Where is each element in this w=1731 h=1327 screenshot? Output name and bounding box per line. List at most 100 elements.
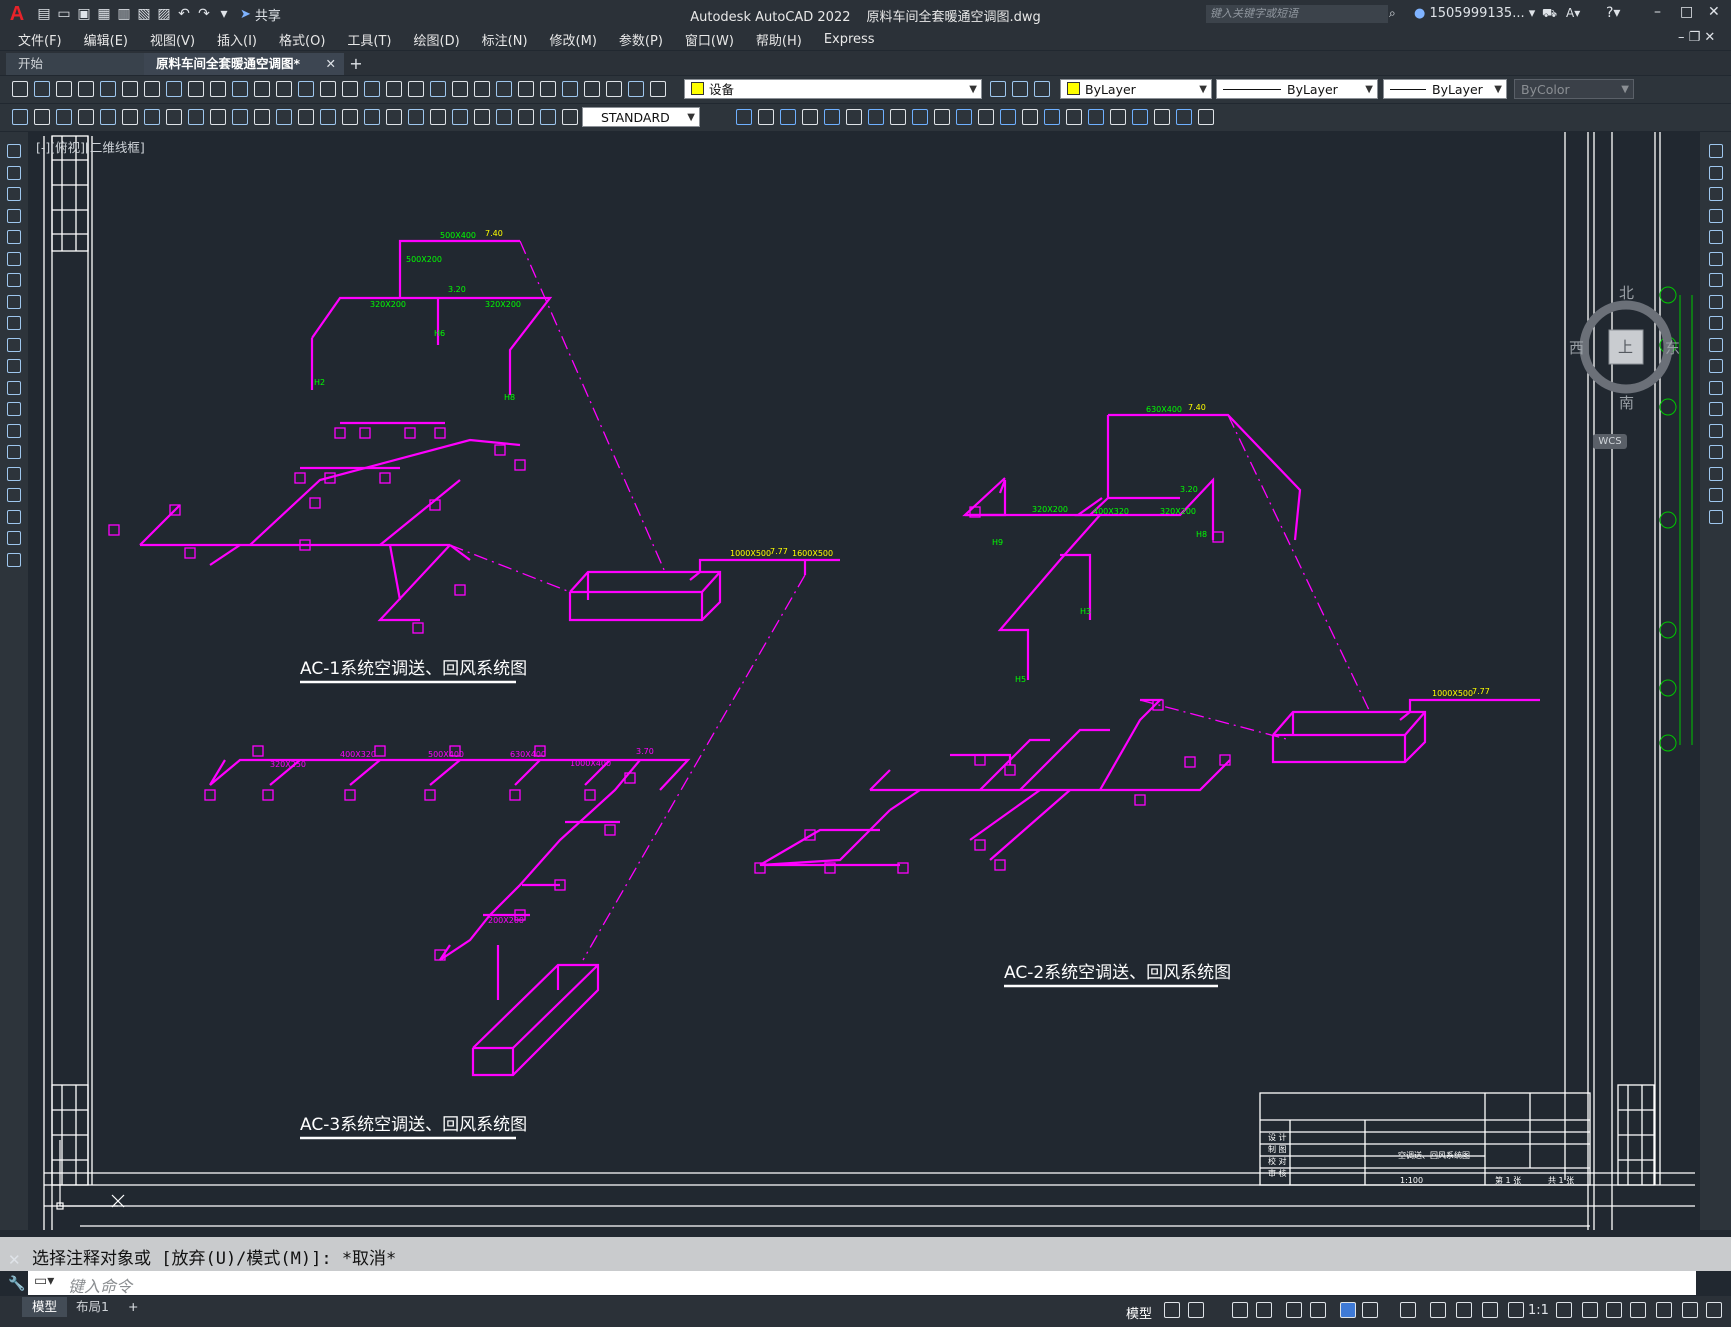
- spline-icon[interactable]: [7, 316, 21, 330]
- menu-tools[interactable]: 工具(T): [336, 30, 402, 49]
- osnap-icon[interactable]: [1340, 1302, 1356, 1318]
- open-icon[interactable]: [34, 81, 50, 97]
- cart-icon[interactable]: ⛟: [1542, 6, 1557, 22]
- isodraft-icon[interactable]: [1286, 1302, 1302, 1318]
- snap-icon[interactable]: [1188, 1302, 1204, 1318]
- menu-file[interactable]: 文件(F): [0, 30, 73, 49]
- diameter-dim-icon[interactable]: [166, 109, 182, 125]
- polyline-icon[interactable]: [7, 187, 21, 201]
- tolerance-icon[interactable]: [320, 109, 336, 125]
- add-layout-button[interactable]: +: [118, 1297, 148, 1317]
- insert-block-icon[interactable]: [7, 380, 21, 395]
- arc-dim-icon[interactable]: [78, 109, 94, 125]
- point-icon[interactable]: [7, 423, 21, 438]
- layer-match-icon[interactable]: [1012, 81, 1028, 97]
- attribute-icon[interactable]: [1132, 109, 1148, 125]
- menu-express[interactable]: Express: [813, 32, 886, 47]
- jogged-linear-icon[interactable]: [386, 109, 402, 125]
- lineweight-icon[interactable]: [1362, 1302, 1378, 1318]
- polygon-icon[interactable]: [7, 208, 21, 223]
- continue-dim-icon[interactable]: [254, 109, 270, 125]
- save-as-icon[interactable]: ▦: [94, 4, 114, 24]
- aligned-dim-icon[interactable]: [518, 109, 534, 125]
- color-dropdown[interactable]: ByLayer ▼: [1060, 79, 1212, 99]
- table-icon[interactable]: [1198, 109, 1214, 125]
- polar-icon[interactable]: [1256, 1302, 1272, 1318]
- layer-dropdown[interactable]: 设备 ▼: [684, 79, 982, 99]
- lineweight-dropdown[interactable]: ByLayer ▼: [1383, 79, 1507, 99]
- minimize-button[interactable]: –: [1654, 4, 1661, 20]
- move-icon[interactable]: [1709, 251, 1723, 266]
- tab-start[interactable]: 开始: [6, 53, 160, 75]
- rotate-icon[interactable]: [1709, 273, 1723, 287]
- autoscale-icon[interactable]: [1482, 1302, 1498, 1318]
- quick-properties-icon[interactable]: [1630, 1302, 1646, 1318]
- layer-state-icon[interactable]: [518, 81, 534, 97]
- scale-icon[interactable]: [1709, 294, 1723, 309]
- ellipse-icon[interactable]: [7, 337, 21, 352]
- command-prompt-icon[interactable]: ▭▾: [34, 1273, 54, 1289]
- markup-icon[interactable]: [430, 81, 446, 97]
- customize-qat-icon[interactable]: ▾: [214, 4, 234, 24]
- ellipse-arc-icon[interactable]: [7, 359, 21, 373]
- linear-dim-icon[interactable]: [496, 109, 512, 125]
- menu-view[interactable]: 视图(V): [139, 30, 206, 49]
- plot-icon[interactable]: ▨: [154, 4, 174, 24]
- join-icon[interactable]: [978, 109, 994, 125]
- insert-icon[interactable]: [1110, 109, 1126, 125]
- jogged-dim-icon[interactable]: [144, 109, 160, 125]
- linetype-dropdown[interactable]: ByLayer ▼: [1216, 79, 1378, 99]
- viewcube[interactable]: 北 南 东 西 上: [1569, 284, 1681, 412]
- command-close-icon[interactable]: ✕: [8, 1251, 21, 1269]
- redo-icon[interactable]: [254, 81, 270, 97]
- wcs-menu[interactable]: WCS: [1593, 434, 1627, 449]
- menu-draw[interactable]: 绘图(D): [403, 30, 471, 49]
- fillet-icon[interactable]: [1022, 109, 1038, 125]
- annotation-scale[interactable]: 1:1: [1528, 1303, 1549, 1318]
- scale-icon[interactable]: [868, 109, 884, 125]
- ordinate-dim-icon[interactable]: [100, 109, 116, 125]
- publish-icon[interactable]: [650, 81, 666, 97]
- menu-help[interactable]: 帮助(H): [745, 30, 813, 49]
- redo-icon[interactable]: ↷: [194, 4, 214, 24]
- menu-insert[interactable]: 插入(I): [206, 30, 268, 49]
- copy-icon[interactable]: [736, 109, 752, 125]
- copy-icon[interactable]: [166, 81, 182, 97]
- hatch-icon[interactable]: [1154, 109, 1170, 125]
- autodesk-app-icon[interactable]: A▾: [1566, 6, 1580, 20]
- viewcube-west[interactable]: 西: [1569, 337, 1584, 358]
- save-web-icon[interactable]: ▧: [134, 4, 154, 24]
- table-icon[interactable]: [7, 509, 21, 524]
- region-icon[interactable]: [7, 488, 21, 502]
- publish-icon[interactable]: [122, 81, 138, 97]
- break-dim-icon[interactable]: [298, 109, 314, 125]
- zoom-icon[interactable]: [298, 81, 314, 97]
- menu-window[interactable]: 窗口(W): [674, 30, 745, 49]
- save-icon[interactable]: [584, 81, 600, 97]
- share-button[interactable]: ➤ 共享: [240, 5, 281, 24]
- layer-previous-icon[interactable]: [1034, 81, 1050, 97]
- region-icon[interactable]: [1176, 109, 1192, 125]
- cut-icon[interactable]: [144, 81, 160, 97]
- new-icon[interactable]: [12, 81, 28, 97]
- menu-format[interactable]: 格式(O): [268, 30, 336, 49]
- center-mark-icon[interactable]: [342, 109, 358, 125]
- mtext-icon[interactable]: [7, 531, 21, 545]
- osnap-tracking-icon[interactable]: [1310, 1302, 1326, 1318]
- help-icon[interactable]: ?▾: [1606, 5, 1620, 21]
- mirror-icon[interactable]: [758, 109, 774, 125]
- help-icon[interactable]: [474, 81, 490, 97]
- search-icon[interactable]: ⌕: [1389, 6, 1396, 21]
- trim-icon[interactable]: [1709, 337, 1723, 352]
- construction-line-icon[interactable]: [7, 165, 21, 180]
- toolpalette-icon[interactable]: [386, 81, 402, 97]
- break-icon[interactable]: [1709, 402, 1723, 416]
- plotstyle-dropdown[interactable]: ByColor ▼: [1514, 79, 1634, 99]
- drawing-area[interactable]: 设 计 制 图 校 对 审 核 空调送、回风系统图 1:100 第 1 张 共 …: [28, 132, 1700, 1230]
- undo-icon[interactable]: [232, 81, 248, 97]
- revcloud-icon[interactable]: [7, 294, 21, 309]
- ordinate-dim-icon[interactable]: [562, 109, 578, 125]
- doc-window-controls[interactable]: – ❐ ✕: [1678, 30, 1715, 45]
- matchprop-icon[interactable]: [210, 81, 226, 97]
- grid-icon[interactable]: [1164, 1302, 1180, 1318]
